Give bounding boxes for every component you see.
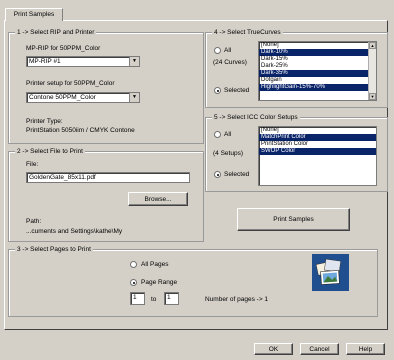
print-samples-button[interactable]: Print Samples bbox=[237, 208, 350, 231]
icc-count: (4 Setups) bbox=[213, 150, 243, 157]
rip-select[interactable]: MP-RIP #1 ▼ bbox=[26, 56, 140, 67]
chevron-down-icon[interactable]: ▼ bbox=[129, 93, 139, 102]
truecurves-group-legend: 4 -> Select TrueCurves bbox=[212, 28, 283, 37]
list-item[interactable]: Dark-35% bbox=[259, 70, 376, 77]
file-group-legend: 2 -> Select File to Print bbox=[15, 147, 85, 156]
chevron-down-icon[interactable]: ▼ bbox=[129, 57, 139, 66]
printer-setup-select[interactable]: Contone 50PPM_Color ▼ bbox=[26, 92, 140, 103]
page-range-radio[interactable] bbox=[130, 279, 137, 286]
curves-all-label: All bbox=[224, 47, 232, 54]
file-field[interactable]: GoldenGate_85x11.pdf bbox=[26, 172, 190, 183]
list-item[interactable]: Dark-15% bbox=[259, 56, 376, 63]
pages-group-legend: 3 -> Select Pages to Print bbox=[15, 245, 93, 254]
scroll-down-icon[interactable]: ▼ bbox=[369, 93, 376, 100]
page-to-field[interactable]: 1 bbox=[164, 292, 179, 305]
list-item[interactable]: [None] bbox=[259, 42, 376, 49]
printer-type-label: Printer Type: bbox=[26, 118, 63, 125]
icc-selected-radio[interactable] bbox=[214, 171, 221, 178]
list-item[interactable]: PrintStation Color bbox=[259, 141, 376, 148]
curves-count: (24 Curves) bbox=[213, 59, 247, 66]
file-label: File: bbox=[26, 161, 39, 168]
list-item[interactable]: MatchPrint Color bbox=[259, 134, 376, 141]
page-to-label: to bbox=[151, 296, 157, 303]
curves-selected-label: Selected bbox=[224, 87, 250, 94]
curves-all-radio[interactable] bbox=[214, 47, 221, 54]
list-item[interactable]: HighlightGain-15%-70% bbox=[259, 84, 376, 91]
ok-button[interactable]: OK bbox=[254, 343, 293, 355]
curves-scrollbar[interactable]: ▲ ▼ bbox=[368, 42, 376, 100]
browse-button[interactable]: Browse... bbox=[128, 192, 188, 206]
list-item[interactable]: SWOP Color bbox=[259, 148, 376, 155]
page-range-label: Page Range bbox=[141, 279, 178, 286]
printer-setup-value: Contone 50PPM_Color bbox=[29, 94, 96, 101]
list-item[interactable]: Dotgain bbox=[259, 77, 376, 84]
cancel-button[interactable]: Cancel bbox=[300, 343, 339, 355]
rip-select-value: MP-RIP #1 bbox=[29, 58, 61, 65]
scroll-up-icon[interactable]: ▲ bbox=[369, 42, 376, 49]
printer-type-value: PrintStation 5050iim / CMYK Contone bbox=[26, 127, 135, 134]
list-item[interactable]: Dark-10% bbox=[259, 49, 376, 56]
tab-print-samples[interactable]: Print Samples bbox=[5, 8, 63, 21]
truecurves-list[interactable]: [None] Dark-10% Dark-15% Dark-25% Dark-35% Do… bbox=[258, 41, 377, 101]
all-pages-radio[interactable] bbox=[130, 261, 137, 268]
photo-stack-icon bbox=[312, 254, 349, 291]
page-count-text: Number of pages -> 1 bbox=[205, 296, 269, 303]
list-item[interactable]: Dark-25% bbox=[259, 63, 376, 70]
icc-group-legend: 5 -> Select ICC Color Setups bbox=[212, 113, 300, 122]
icc-all-radio[interactable] bbox=[214, 131, 221, 138]
list-item[interactable]: [None] bbox=[259, 127, 376, 134]
icc-all-label: All bbox=[224, 131, 232, 138]
page-from-field[interactable]: 1 bbox=[130, 292, 145, 305]
icc-selected-label: Selected bbox=[224, 171, 250, 178]
path-label: Path: bbox=[26, 218, 42, 225]
help-button[interactable]: Help bbox=[346, 343, 385, 355]
all-pages-label: All Pages bbox=[141, 261, 169, 268]
icc-list[interactable]: [None] MatchPrint Color PrintStation Color… bbox=[258, 126, 377, 186]
rip-label: MP-RIP for 50PPM_Color bbox=[26, 45, 101, 52]
path-value: ...cuments and Settings\kathe\My bbox=[26, 228, 123, 235]
curves-selected-radio[interactable] bbox=[214, 87, 221, 94]
printer-setup-label: Printer setup for 50PPM_Color bbox=[26, 80, 115, 87]
rip-group-legend: 1 -> Select RIP and Printer bbox=[15, 28, 97, 37]
